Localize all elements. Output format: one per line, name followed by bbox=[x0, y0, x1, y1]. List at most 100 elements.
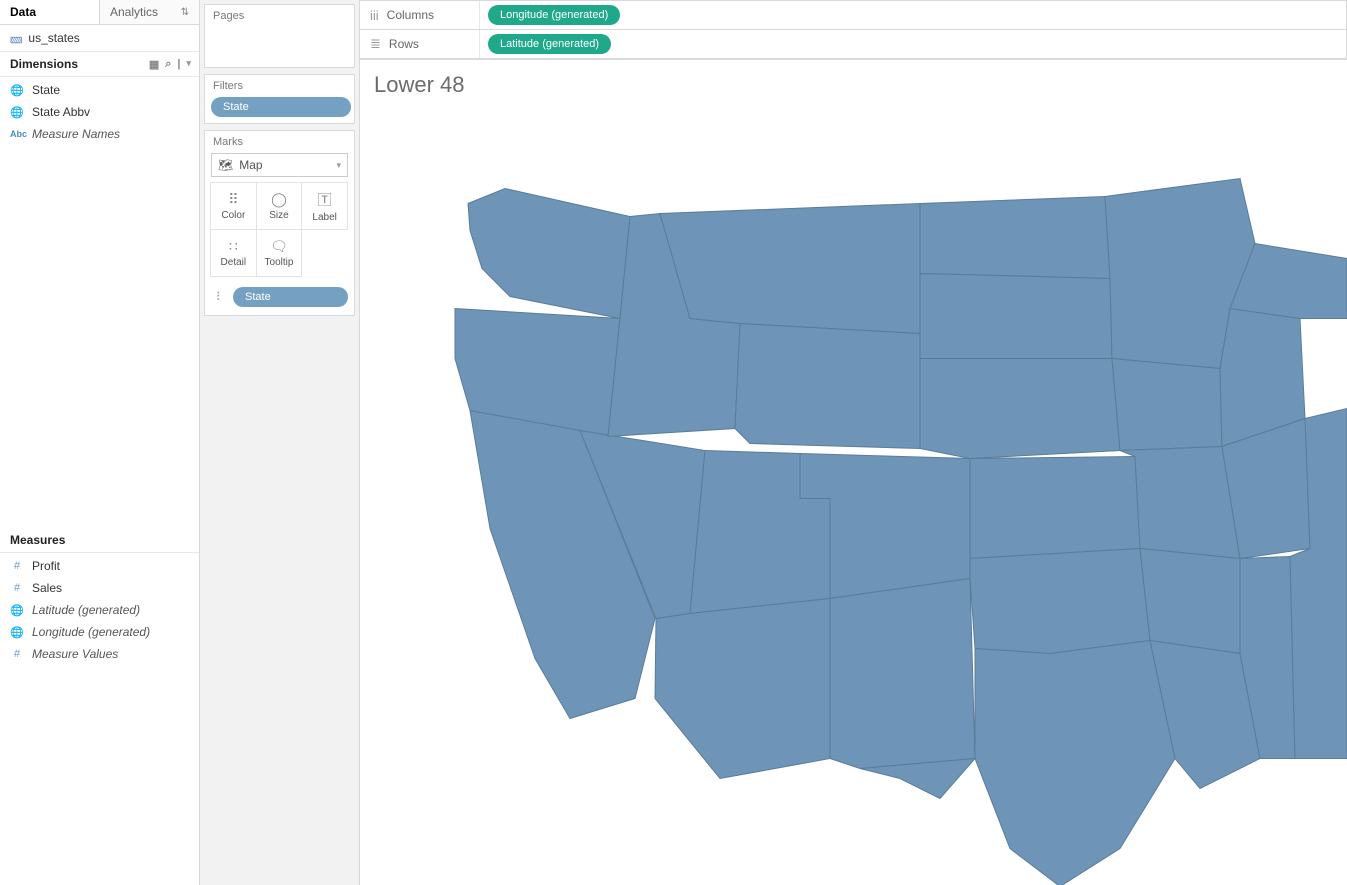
measure-field[interactable]: 🌐 Longitude (generated) bbox=[0, 621, 199, 643]
rows-icon: ≣ bbox=[370, 36, 381, 52]
measure-field[interactable]: # Measure Values bbox=[0, 643, 199, 665]
dimension-field[interactable]: 🌐 State Abbv bbox=[0, 101, 199, 123]
pages-card[interactable]: Pages bbox=[204, 4, 355, 68]
mark-type-label: Map bbox=[239, 158, 262, 172]
measures-header-label: Measures bbox=[10, 533, 65, 547]
rows-shelf-body[interactable]: Latitude (generated) bbox=[480, 34, 1346, 54]
columns-shelf-label: Columns bbox=[387, 8, 434, 22]
columns-shelf-body[interactable]: Longitude (generated) bbox=[480, 5, 1346, 25]
hash-icon: # bbox=[10, 648, 24, 660]
tab-analytics[interactable]: Analytics ⇅ bbox=[100, 0, 199, 24]
cards-column: Pages Filters State Marks 🗺 Map ▾ ⠿ Color… bbox=[200, 0, 360, 885]
dimensions-header: Dimensions ▦ ⌕ | ▾ bbox=[0, 52, 199, 77]
marks-size-button[interactable]: ◯ Size bbox=[256, 182, 303, 230]
hash-icon: # bbox=[10, 582, 24, 594]
state-nebraska[interactable] bbox=[920, 359, 1120, 459]
mark-type-select[interactable]: 🗺 Map ▾ bbox=[211, 153, 348, 177]
marks-tooltip-button[interactable]: 🗨 Tooltip bbox=[256, 229, 303, 277]
columns-shelf[interactable]: iii Columns Longitude (generated) bbox=[360, 0, 1347, 30]
globe-icon: 🌐 bbox=[10, 626, 24, 639]
globe-icon: 🌐 bbox=[10, 106, 24, 119]
columns-pill-longitude[interactable]: Longitude (generated) bbox=[488, 5, 620, 25]
marks-label-label: Label bbox=[312, 212, 336, 223]
color-icon: ⠿ bbox=[228, 191, 238, 208]
marks-card: Marks 🗺 Map ▾ ⠿ Color ◯ Size 🅃 Label ∷ Detai… bbox=[204, 130, 355, 316]
dimension-field[interactable]: 🌐 State bbox=[0, 79, 199, 101]
measures-list: # Profit # Sales 🌐Latitude (generated) 🌐 Longi… bbox=[0, 553, 199, 885]
state-oklahoma[interactable] bbox=[970, 549, 1150, 654]
dimensions-header-label: Dimensions bbox=[10, 57, 78, 71]
globe-icon: 🌐 bbox=[10, 84, 24, 97]
detail-mini-icon[interactable]: ⠇ bbox=[211, 290, 229, 304]
measure-field[interactable]: # Profit bbox=[0, 555, 199, 577]
visualization-canvas[interactable]: Lower 48 bbox=[360, 59, 1347, 885]
label-icon: 🅃 bbox=[318, 190, 332, 210]
dimension-field-label: State Abbv bbox=[32, 105, 90, 119]
marks-pill-row: ⠇ State bbox=[205, 283, 354, 315]
state-montana[interactable] bbox=[660, 204, 920, 334]
detail-icon: ∷ bbox=[229, 238, 238, 255]
columns-icon: iii bbox=[370, 8, 379, 23]
datasource-name: us_states bbox=[28, 31, 79, 45]
marks-pill-state[interactable]: State bbox=[233, 287, 348, 307]
rows-shelf-label: Rows bbox=[389, 37, 419, 51]
marks-grid: ⠿ Color ◯ Size 🅃 Label bbox=[211, 183, 348, 230]
marks-detail-label: Detail bbox=[221, 257, 247, 268]
measure-field[interactable]: # Sales bbox=[0, 577, 199, 599]
measure-field[interactable]: 🌐Latitude (generated) bbox=[0, 599, 199, 621]
rows-shelf-label-area: ≣ Rows bbox=[360, 30, 480, 58]
dimension-field-label: State bbox=[32, 83, 60, 97]
state-wyoming[interactable] bbox=[735, 324, 920, 449]
marks-card-title: Marks bbox=[205, 131, 354, 153]
search-icon[interactable]: ⌕ bbox=[165, 58, 171, 71]
state-arkansas[interactable] bbox=[1140, 549, 1240, 654]
state-arizona[interactable] bbox=[655, 599, 830, 779]
datasource-icon: 🝙 bbox=[10, 26, 22, 51]
state-north-dakota[interactable] bbox=[920, 197, 1110, 279]
divider: | bbox=[177, 58, 180, 71]
measure-field-label: Measure Values bbox=[32, 647, 118, 661]
filters-card[interactable]: Filters State bbox=[204, 74, 355, 124]
hash-icon: # bbox=[10, 560, 24, 572]
tooltip-icon: 🗨 bbox=[270, 238, 288, 255]
marks-detail-button[interactable]: ∷ Detail bbox=[210, 229, 257, 277]
marks-color-button[interactable]: ⠿ Color bbox=[210, 182, 257, 230]
us-map[interactable] bbox=[360, 60, 1347, 885]
pages-card-title: Pages bbox=[205, 5, 354, 27]
size-icon: ◯ bbox=[271, 191, 287, 208]
marks-size-label: Size bbox=[269, 210, 288, 221]
sidebar-spacer bbox=[0, 147, 199, 528]
measure-field-label: Longitude (generated) bbox=[32, 625, 150, 639]
state-south-dakota[interactable] bbox=[920, 274, 1112, 359]
state-washington[interactable] bbox=[468, 189, 630, 319]
dimension-field[interactable]: Abc Measure Names bbox=[0, 123, 199, 145]
marks-label-button[interactable]: 🅃 Label bbox=[301, 182, 348, 230]
chevron-down-icon: ▾ bbox=[336, 160, 341, 171]
measure-field-label: Latitude (generated) bbox=[32, 603, 140, 617]
data-sidebar: Data Analytics ⇅ 🝙 us_states Dimensions … bbox=[0, 0, 200, 885]
filter-pill-state[interactable]: State bbox=[211, 97, 351, 117]
rows-pill-latitude[interactable]: Latitude (generated) bbox=[488, 34, 611, 54]
datasource-row[interactable]: 🝙 us_states bbox=[0, 25, 199, 52]
measure-field-label: Sales bbox=[32, 581, 62, 595]
dimensions-list: 🌐 State 🌐 State Abbv Abc Measure Names bbox=[0, 77, 199, 147]
state-kansas[interactable] bbox=[970, 457, 1140, 559]
state-iowa[interactable] bbox=[1112, 359, 1222, 451]
rows-shelf[interactable]: ≣ Rows Latitude (generated) bbox=[360, 29, 1347, 59]
view-grid-icon[interactable]: ▦ bbox=[149, 58, 159, 71]
tab-analytics-label: Analytics bbox=[110, 5, 158, 19]
sidebar-tabs: Data Analytics ⇅ bbox=[0, 0, 199, 25]
marks-empty-cell bbox=[301, 229, 348, 275]
filters-card-title: Filters bbox=[205, 75, 354, 97]
marks-grid-row2: ∷ Detail 🗨 Tooltip bbox=[211, 230, 348, 277]
abc-icon: Abc bbox=[10, 129, 24, 139]
tab-data[interactable]: Data bbox=[0, 0, 100, 24]
dimension-field-label: Measure Names bbox=[32, 127, 120, 141]
measure-field-label: Profit bbox=[32, 559, 60, 573]
state-new-mexico[interactable] bbox=[830, 579, 975, 769]
marks-tooltip-label: Tooltip bbox=[265, 257, 294, 268]
swap-icon: ⇅ bbox=[181, 7, 189, 18]
menu-caret-icon[interactable]: ▾ bbox=[186, 58, 191, 71]
marks-color-label: Color bbox=[221, 210, 245, 221]
map-icon: 🗺 bbox=[218, 158, 233, 172]
